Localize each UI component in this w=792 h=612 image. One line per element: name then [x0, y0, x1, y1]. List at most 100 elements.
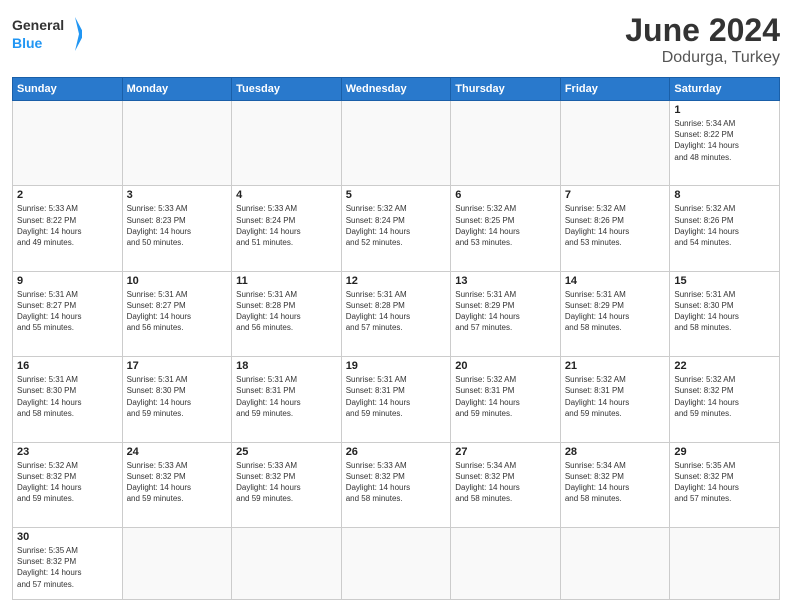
- calendar-cell: 23 Sunrise: 5:32 AM Sunset: 8:32 PM Dayli…: [13, 442, 123, 527]
- page: General Blue June 2024 Dodurga, Turkey S…: [0, 0, 792, 612]
- day-number: 25: [236, 446, 337, 458]
- header-monday: Monday: [122, 78, 232, 101]
- day-info: Sunrise: 5:32 AM Sunset: 8:26 PM Dayligh…: [565, 203, 666, 248]
- calendar-cell: [341, 527, 451, 599]
- day-number: 21: [565, 360, 666, 372]
- calendar-cell: [670, 527, 780, 599]
- calendar-cell: [560, 101, 670, 186]
- day-info: Sunrise: 5:31 AM Sunset: 8:31 PM Dayligh…: [236, 374, 337, 419]
- calendar-cell: 25Sunrise: 5:33 AM Sunset: 8:32 PM Dayli…: [232, 442, 342, 527]
- day-number: 26: [346, 446, 447, 458]
- calendar-cell: 7 Sunrise: 5:32 AM Sunset: 8:26 PM Daylig…: [560, 186, 670, 271]
- calendar-cell: 16Sunrise: 5:31 AM Sunset: 8:30 PM Dayli…: [13, 357, 123, 442]
- calendar-cell: 17 Sunrise: 5:31 AM Sunset: 8:30 PM Dayli…: [122, 357, 232, 442]
- day-number: 17: [127, 360, 228, 372]
- calendar-cell: 27 Sunrise: 5:34 AM Sunset: 8:32 PM Dayli…: [451, 442, 561, 527]
- header-sunday: Sunday: [13, 78, 123, 101]
- calendar-cell: [13, 101, 123, 186]
- day-number: 29: [674, 446, 775, 458]
- calendar-cell: 3 Sunrise: 5:33 AM Sunset: 8:23 PM Daylig…: [122, 186, 232, 271]
- calendar-cell: 30 Sunrise: 5:35 AM Sunset: 8:32 PM Dayli…: [13, 527, 123, 599]
- day-info: Sunrise: 5:32 AM Sunset: 8:26 PM Dayligh…: [674, 203, 775, 248]
- logo-svg: General Blue: [12, 12, 82, 57]
- header-saturday: Saturday: [670, 78, 780, 101]
- day-info: Sunrise: 5:34 AM Sunset: 8:22 PM Dayligh…: [674, 118, 775, 163]
- day-number: 22: [674, 360, 775, 372]
- day-info: Sunrise: 5:32 AM Sunset: 8:32 PM Dayligh…: [17, 460, 118, 505]
- calendar-cell: [122, 527, 232, 599]
- month-year-title: June 2024: [625, 12, 780, 49]
- day-info: Sunrise: 5:31 AM Sunset: 8:28 PM Dayligh…: [346, 289, 447, 334]
- calendar-table: Sunday Monday Tuesday Wednesday Thursday…: [12, 77, 780, 600]
- calendar-cell: 8 Sunrise: 5:32 AM Sunset: 8:26 PM Daylig…: [670, 186, 780, 271]
- day-number: 12: [346, 275, 447, 287]
- header-thursday: Thursday: [451, 78, 561, 101]
- logo: General Blue: [12, 12, 82, 57]
- day-number: 20: [455, 360, 556, 372]
- day-number: 15: [674, 275, 775, 287]
- day-number: 24: [127, 446, 228, 458]
- day-number: 4: [236, 189, 337, 201]
- header-friday: Friday: [560, 78, 670, 101]
- day-number: 13: [455, 275, 556, 287]
- day-info: Sunrise: 5:35 AM Sunset: 8:32 PM Dayligh…: [17, 545, 118, 590]
- day-number: 9: [17, 275, 118, 287]
- day-number: 11: [236, 275, 337, 287]
- calendar-cell: [451, 101, 561, 186]
- header-tuesday: Tuesday: [232, 78, 342, 101]
- calendar-cell: 11 Sunrise: 5:31 AM Sunset: 8:28 PM Dayli…: [232, 271, 342, 356]
- day-number: 30: [17, 531, 118, 543]
- calendar-cell: 22Sunrise: 5:32 AM Sunset: 8:32 PM Dayli…: [670, 357, 780, 442]
- svg-text:General: General: [12, 17, 64, 33]
- day-info: Sunrise: 5:31 AM Sunset: 8:30 PM Dayligh…: [17, 374, 118, 419]
- header: General Blue June 2024 Dodurga, Turkey: [12, 12, 780, 67]
- day-info: Sunrise: 5:32 AM Sunset: 8:25 PM Dayligh…: [455, 203, 556, 248]
- calendar-cell: 28 Sunrise: 5:34 AM Sunset: 8:32 PM Dayli…: [560, 442, 670, 527]
- day-info: Sunrise: 5:32 AM Sunset: 8:31 PM Dayligh…: [455, 374, 556, 419]
- svg-text:Blue: Blue: [12, 35, 43, 51]
- calendar-cell: 26 Sunrise: 5:33 AM Sunset: 8:32 PM Dayli…: [341, 442, 451, 527]
- day-number: 8: [674, 189, 775, 201]
- day-info: Sunrise: 5:31 AM Sunset: 8:31 PM Dayligh…: [346, 374, 447, 419]
- day-number: 28: [565, 446, 666, 458]
- calendar-cell: 13 Sunrise: 5:31 AM Sunset: 8:29 PM Dayli…: [451, 271, 561, 356]
- day-number: 18: [236, 360, 337, 372]
- calendar-cell: 24 Sunrise: 5:33 AM Sunset: 8:32 PM Dayli…: [122, 442, 232, 527]
- calendar-cell: [451, 527, 561, 599]
- weekday-header-row: Sunday Monday Tuesday Wednesday Thursday…: [13, 78, 780, 101]
- day-info: Sunrise: 5:34 AM Sunset: 8:32 PM Dayligh…: [565, 460, 666, 505]
- calendar-cell: 5Sunrise: 5:32 AM Sunset: 8:24 PM Daylig…: [341, 186, 451, 271]
- calendar-cell: [232, 101, 342, 186]
- day-info: Sunrise: 5:31 AM Sunset: 8:29 PM Dayligh…: [455, 289, 556, 334]
- calendar-cell: 10 Sunrise: 5:31 AM Sunset: 8:27 PM Dayli…: [122, 271, 232, 356]
- day-info: Sunrise: 5:31 AM Sunset: 8:30 PM Dayligh…: [127, 374, 228, 419]
- day-number: 6: [455, 189, 556, 201]
- day-number: 3: [127, 189, 228, 201]
- day-info: Sunrise: 5:31 AM Sunset: 8:27 PM Dayligh…: [127, 289, 228, 334]
- calendar-cell: [122, 101, 232, 186]
- day-info: Sunrise: 5:33 AM Sunset: 8:32 PM Dayligh…: [346, 460, 447, 505]
- calendar-cell: 2Sunrise: 5:33 AM Sunset: 8:22 PM Daylig…: [13, 186, 123, 271]
- day-info: Sunrise: 5:35 AM Sunset: 8:32 PM Dayligh…: [674, 460, 775, 505]
- day-number: 10: [127, 275, 228, 287]
- calendar-cell: 15 Sunrise: 5:31 AM Sunset: 8:30 PM Dayli…: [670, 271, 780, 356]
- day-info: Sunrise: 5:33 AM Sunset: 8:24 PM Dayligh…: [236, 203, 337, 248]
- calendar-cell: 4 Sunrise: 5:33 AM Sunset: 8:24 PM Daylig…: [232, 186, 342, 271]
- day-info: Sunrise: 5:31 AM Sunset: 8:28 PM Dayligh…: [236, 289, 337, 334]
- calendar-cell: 6 Sunrise: 5:32 AM Sunset: 8:25 PM Daylig…: [451, 186, 561, 271]
- day-info: Sunrise: 5:34 AM Sunset: 8:32 PM Dayligh…: [455, 460, 556, 505]
- day-info: Sunrise: 5:31 AM Sunset: 8:30 PM Dayligh…: [674, 289, 775, 334]
- calendar-cell: 20 Sunrise: 5:32 AM Sunset: 8:31 PM Dayli…: [451, 357, 561, 442]
- title-block: June 2024 Dodurga, Turkey: [625, 12, 780, 67]
- day-number: 7: [565, 189, 666, 201]
- calendar-cell: 19 Sunrise: 5:31 AM Sunset: 8:31 PM Dayli…: [341, 357, 451, 442]
- calendar-cell: 21Sunrise: 5:32 AM Sunset: 8:31 PM Dayli…: [560, 357, 670, 442]
- day-info: Sunrise: 5:33 AM Sunset: 8:23 PM Dayligh…: [127, 203, 228, 248]
- day-info: Sunrise: 5:33 AM Sunset: 8:32 PM Dayligh…: [127, 460, 228, 505]
- calendar-cell: [560, 527, 670, 599]
- day-number: 27: [455, 446, 556, 458]
- day-number: 23: [17, 446, 118, 458]
- day-number: 19: [346, 360, 447, 372]
- location-subtitle: Dodurga, Turkey: [625, 49, 780, 67]
- day-number: 5: [346, 189, 447, 201]
